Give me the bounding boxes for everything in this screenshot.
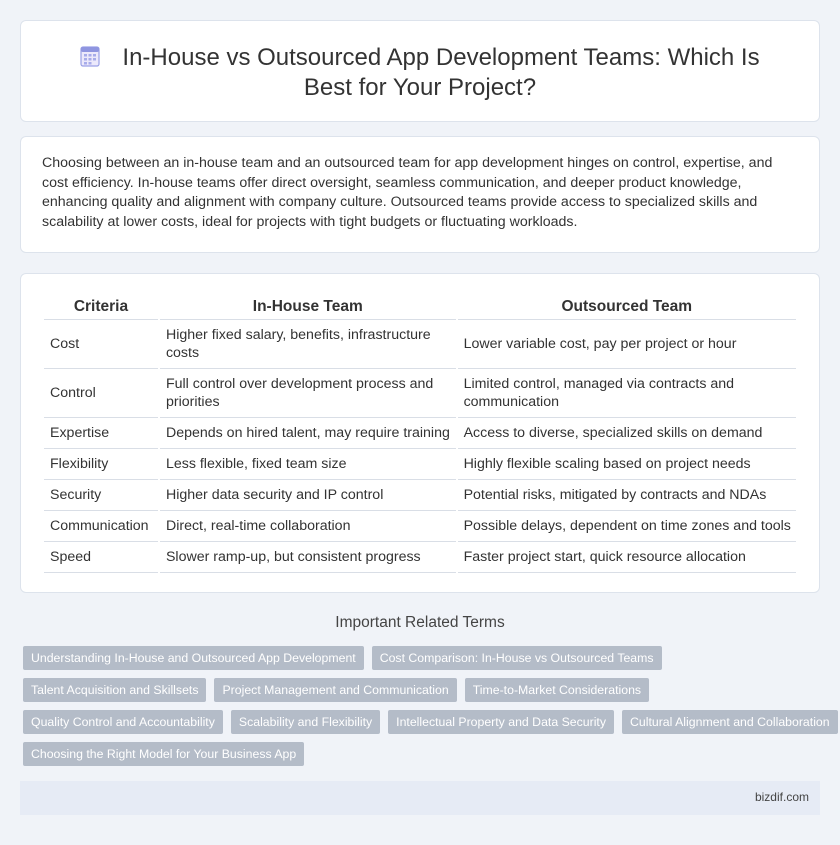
criteria-cell: Control bbox=[44, 369, 158, 418]
related-term-tag[interactable]: Intellectual Property and Data Security bbox=[388, 710, 614, 734]
header-card: In-House vs Outsourced App Development T… bbox=[20, 20, 820, 122]
tag-row: Choosing the Right Model for Your Busine… bbox=[23, 742, 823, 766]
in-house-cell: Full control over development process an… bbox=[159, 369, 456, 418]
table-row: Communication Direct, real-time collabor… bbox=[44, 511, 796, 542]
outsourced-cell: Possible delays, dependent on time zones… bbox=[457, 511, 796, 542]
tag-row: Understanding In-House and Outsourced Ap… bbox=[23, 646, 823, 670]
related-term-tag[interactable]: Quality Control and Accountability bbox=[23, 710, 223, 734]
in-house-cell: Higher fixed salary, benefits, infrastru… bbox=[159, 320, 456, 369]
related-term-tag[interactable]: Project Management and Communication bbox=[214, 678, 457, 702]
title-wrap: In-House vs Outsourced App Development T… bbox=[21, 43, 819, 103]
related-term-tag[interactable]: Time-to-Market Considerations bbox=[464, 678, 650, 702]
outsourced-cell: Lower variable cost, pay per project or … bbox=[457, 320, 796, 369]
related-terms-list: Understanding In-House and Outsourced Ap… bbox=[23, 646, 838, 774]
table-row: Flexibility Less flexible, fixed team si… bbox=[44, 449, 796, 480]
comparison-table: Criteria In-House Team Outsourced Team C… bbox=[42, 296, 798, 573]
table-row: Security Higher data security and IP con… bbox=[44, 480, 796, 511]
document-calendar-icon bbox=[80, 46, 101, 67]
outsourced-cell: Limited control, managed via contracts a… bbox=[457, 369, 796, 418]
related-term-tag[interactable]: Understanding In-House and Outsourced Ap… bbox=[23, 646, 364, 670]
tag-row: Quality Control and Accountability Scala… bbox=[23, 710, 838, 734]
in-house-cell: Less flexible, fixed team size bbox=[159, 449, 456, 480]
table-row: Control Full control over development pr… bbox=[44, 369, 796, 418]
criteria-cell: Cost bbox=[44, 320, 158, 369]
footer-site-name: bizdif.com bbox=[754, 790, 809, 804]
criteria-cell: Speed bbox=[44, 542, 158, 573]
in-house-cell: Higher data security and IP control bbox=[159, 480, 456, 511]
outsourced-cell: Access to diverse, specialized skills on… bbox=[457, 418, 796, 449]
related-term-tag[interactable]: Cultural Alignment and Collaboration bbox=[622, 710, 838, 734]
comparison-card: Criteria In-House Team Outsourced Team C… bbox=[20, 273, 820, 593]
outsourced-cell: Highly flexible scaling based on project… bbox=[457, 449, 796, 480]
criteria-cell: Expertise bbox=[44, 418, 158, 449]
table-row: Expertise Depends on hired talent, may r… bbox=[44, 418, 796, 449]
page-title: In-House vs Outsourced App Development T… bbox=[122, 44, 760, 101]
in-house-cell: Depends on hired talent, may require tra… bbox=[159, 418, 456, 449]
related-term-tag[interactable]: Choosing the Right Model for Your Busine… bbox=[23, 742, 305, 766]
criteria-cell: Flexibility bbox=[44, 449, 158, 480]
criteria-cell: Communication bbox=[44, 511, 158, 542]
related-term-tag[interactable]: Scalability and Flexibility bbox=[230, 710, 381, 734]
header-outsourced: Outsourced Team bbox=[457, 296, 796, 320]
outsourced-cell: Potential risks, mitigated by contracts … bbox=[457, 480, 796, 511]
header-criteria: Criteria bbox=[44, 296, 158, 320]
tag-row: Talent Acquisition and Skillsets Project… bbox=[23, 678, 823, 702]
table-row: Speed Slower ramp-up, but consistent pro… bbox=[44, 542, 796, 573]
in-house-cell: Direct, real-time collaboration bbox=[159, 511, 456, 542]
intro-paragraph: Choosing between an in-house team and an… bbox=[42, 155, 773, 230]
criteria-cell: Security bbox=[44, 480, 158, 511]
footer-bar: bizdif.com bbox=[20, 781, 820, 815]
related-terms-title: Important Related Terms bbox=[335, 614, 505, 631]
header-in-house: In-House Team bbox=[159, 296, 456, 320]
table-row: Cost Higher fixed salary, benefits, infr… bbox=[44, 320, 796, 369]
related-term-tag[interactable]: Cost Comparison: In-House vs Outsourced … bbox=[371, 646, 662, 670]
table-header-row: Criteria In-House Team Outsourced Team bbox=[44, 296, 796, 320]
in-house-cell: Slower ramp-up, but consistent progress bbox=[159, 542, 456, 573]
related-term-tag[interactable]: Talent Acquisition and Skillsets bbox=[23, 678, 207, 702]
outsourced-cell: Faster project start, quick resource all… bbox=[457, 542, 796, 573]
intro-card: Choosing between an in-house team and an… bbox=[20, 136, 820, 253]
